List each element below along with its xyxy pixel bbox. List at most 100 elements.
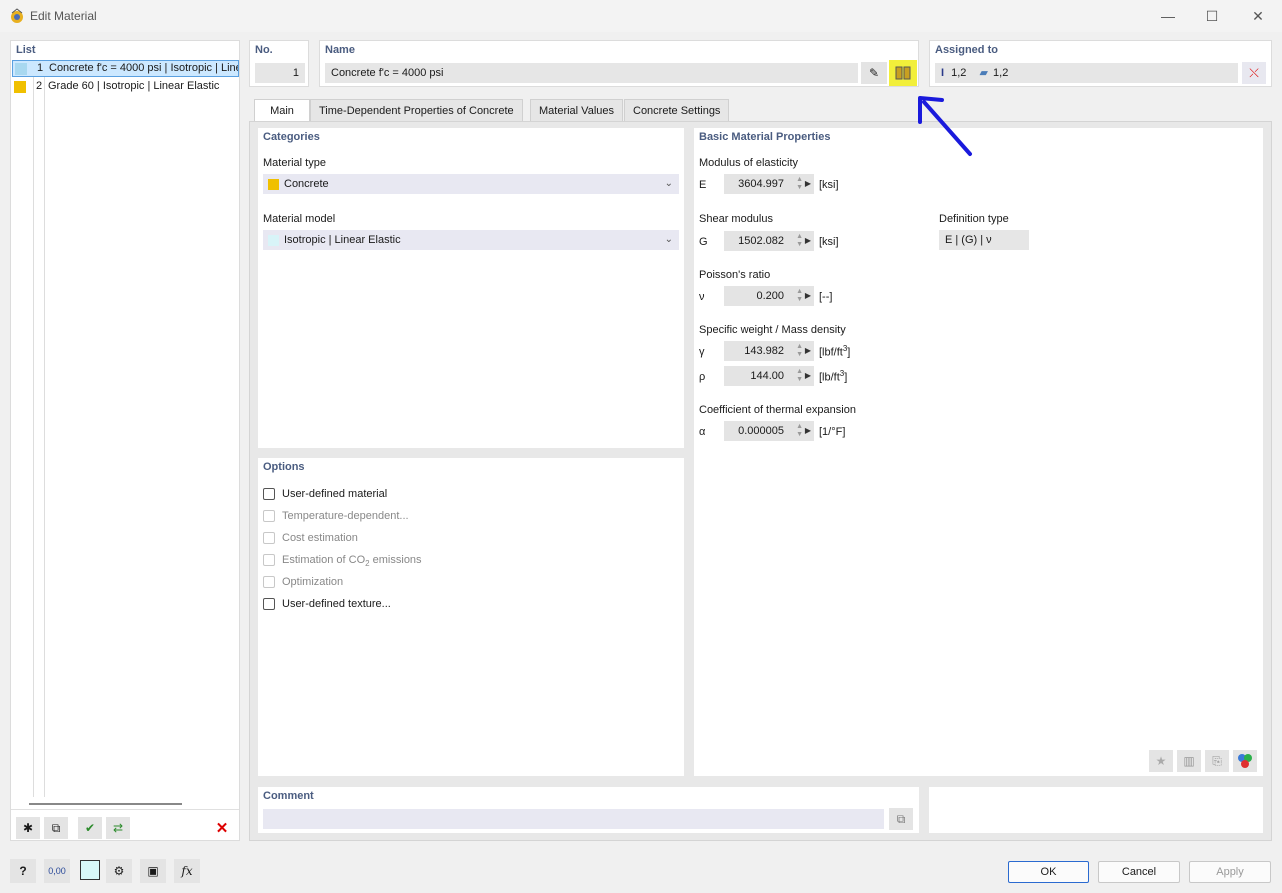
spin-updown-icon[interactable]: ▲ ▼ (796, 176, 803, 192)
arrow-right-icon[interactable]: ▶ (805, 286, 811, 306)
material-type-value: Concrete (284, 178, 329, 190)
material-model-value: Isotropic | Linear Elastic (284, 234, 401, 246)
isotropic-swatch (268, 235, 279, 246)
member-icon: I (941, 67, 945, 79)
list-item[interactable]: 2 Grade 60 | Isotropic | Linear Elastic (12, 79, 239, 96)
list-item[interactable]: 1 Concrete f'c = 4000 psi | Isotropic | … (12, 60, 239, 77)
option-label-suffix: emissions (369, 554, 422, 566)
option-label: Temperature-dependent... (282, 510, 409, 522)
gamma-input[interactable]: 143.982 ▲ ▼ ▶ (724, 341, 814, 361)
spin-updown-icon[interactable]: ▲ ▼ (796, 368, 803, 384)
ok-button[interactable]: OK (1008, 861, 1089, 883)
assigned-field[interactable]: I 1,2 ▰ 1,2 (935, 63, 1238, 83)
tab-concrete-settings[interactable]: Concrete Settings (624, 99, 730, 121)
library-book-icon (895, 66, 911, 80)
rho-symbol: ρ (699, 371, 706, 383)
annotation-arrow (918, 96, 972, 156)
categories-panel: Categories Material type Concrete ⌄ Mate… (258, 128, 684, 448)
spin-updown-icon[interactable]: ▲ ▼ (796, 233, 803, 249)
arrow-right-icon[interactable]: ▶ (805, 366, 811, 386)
favorite-button[interactable]: ★ (1149, 750, 1173, 772)
g-input[interactable]: 1502.082 ▲ ▼ ▶ (724, 231, 814, 251)
maximize-button[interactable]: ☐ (1192, 4, 1232, 28)
clear-assignment-button[interactable]: ⤬ (1242, 62, 1266, 84)
assigned-members: 1,2 (951, 67, 967, 79)
formula-button[interactable]: fx (174, 859, 200, 883)
gamma-symbol: γ (699, 346, 705, 358)
checkbox[interactable] (263, 554, 275, 566)
view-button[interactable]: ▣ (140, 859, 166, 883)
tab-material-values[interactable]: Material Values (530, 99, 623, 121)
units-button[interactable]: 0,00 (44, 859, 70, 883)
delete-button[interactable]: ✕ (210, 817, 234, 839)
e-input[interactable]: 3604.997 ▲ ▼ ▶ (724, 174, 814, 194)
material-library-button[interactable] (889, 60, 917, 86)
export-button[interactable]: ⎘ (1205, 750, 1229, 772)
list-item-number: 2 (36, 80, 43, 92)
function-icon: fx (181, 864, 193, 878)
edit-name-button[interactable]: ✎ (861, 62, 887, 84)
list-item-swatch (14, 81, 26, 93)
rho-input[interactable]: 144.00 ▲ ▼ ▶ (724, 366, 814, 386)
spin-updown-icon[interactable]: ▲ ▼ (796, 423, 803, 439)
copy-material-button[interactable]: ⧉ (44, 817, 68, 839)
color-settings-button[interactable] (1233, 750, 1257, 772)
export-icon: ⎘ (1212, 753, 1222, 768)
check-icon: ✔ (84, 821, 96, 835)
tab-main[interactable]: Main (254, 99, 310, 122)
material-model-select[interactable]: Isotropic | Linear Elastic ⌄ (263, 230, 679, 250)
alpha-symbol: α (699, 426, 706, 438)
check-select-button[interactable]: ⇄ (106, 817, 130, 839)
list-item-swatch (15, 63, 27, 75)
checkbox[interactable] (263, 510, 275, 522)
alpha-input[interactable]: 0.000005 ▲ ▼ ▶ (724, 421, 814, 441)
assigned-panel: Assigned to I 1,2 ▰ 1,2 ⤬ (929, 40, 1272, 87)
new-material-button[interactable]: ✱ (16, 817, 40, 839)
arrow-right-icon[interactable]: ▶ (805, 231, 811, 251)
close-button[interactable]: ✕ (1238, 4, 1278, 28)
arrow-right-icon[interactable]: ▶ (805, 341, 811, 361)
spin-updown-icon[interactable]: ▲ ▼ (796, 288, 803, 304)
list-item-label: Grade 60 | Isotropic | Linear Elastic (48, 80, 220, 92)
checkbox[interactable] (263, 532, 275, 544)
library-button[interactable]: ▥ (1177, 750, 1201, 772)
list-panel: List 1 Concrete f'c = 4000 psi | Isotrop… (10, 40, 240, 841)
checkbox[interactable] (263, 598, 275, 610)
number-field[interactable]: 1 (255, 63, 305, 83)
assigned-surfaces: 1,2 (993, 67, 1009, 79)
arrow-right-icon[interactable]: ▶ (805, 174, 811, 194)
spin-updown-icon[interactable]: ▲ ▼ (796, 343, 803, 359)
apply-button[interactable]: Apply (1189, 861, 1271, 883)
check-all-button[interactable]: ✔ (78, 817, 102, 839)
copy-icon: ⧉ (896, 811, 906, 826)
arrow-right-icon[interactable]: ▶ (805, 421, 811, 441)
model-info-button[interactable]: ⚙ (106, 859, 132, 883)
checkbox[interactable] (263, 576, 275, 588)
comment-copy-button[interactable]: ⧉ (889, 808, 913, 830)
list-item-label: Concrete f'c = 4000 psi | Isotropic | Li… (49, 62, 238, 74)
help-icon: ? (19, 864, 27, 878)
clear-selection-icon: ⤬ (1249, 65, 1259, 80)
color-circles-icon (1238, 754, 1252, 768)
definition-type-field[interactable]: E | (G) | ν (939, 230, 1029, 250)
option-label: Cost estimation (282, 532, 358, 544)
basic-properties-panel: Basic Material Properties Modulus of ela… (694, 128, 1263, 776)
comment-header: Comment (263, 790, 314, 802)
material-type-select[interactable]: Concrete ⌄ (263, 174, 679, 194)
nu-unit: [--] (819, 291, 833, 303)
horizontal-scrollbar[interactable] (29, 803, 182, 805)
cancel-button[interactable]: Cancel (1098, 861, 1180, 883)
name-field[interactable]: Concrete f'c = 4000 psi (325, 63, 858, 83)
options-header: Options (263, 461, 305, 473)
gamma-value: 143.982 (744, 345, 784, 357)
tab-time-dependent[interactable]: Time-Dependent Properties of Concrete (310, 99, 523, 121)
checkbox[interactable] (263, 488, 275, 500)
delete-icon: ✕ (215, 820, 229, 837)
help-button[interactable]: ? (10, 859, 36, 883)
nu-input[interactable]: 0.200 ▲ ▼ ▶ (724, 286, 814, 306)
rho-unit: [lb/ft3] (819, 369, 847, 384)
minimize-button[interactable]: — (1148, 4, 1188, 28)
comment-input[interactable] (263, 809, 884, 829)
color-box-button[interactable] (80, 860, 100, 880)
thermal-label: Coefficient of thermal expansion (699, 404, 856, 416)
